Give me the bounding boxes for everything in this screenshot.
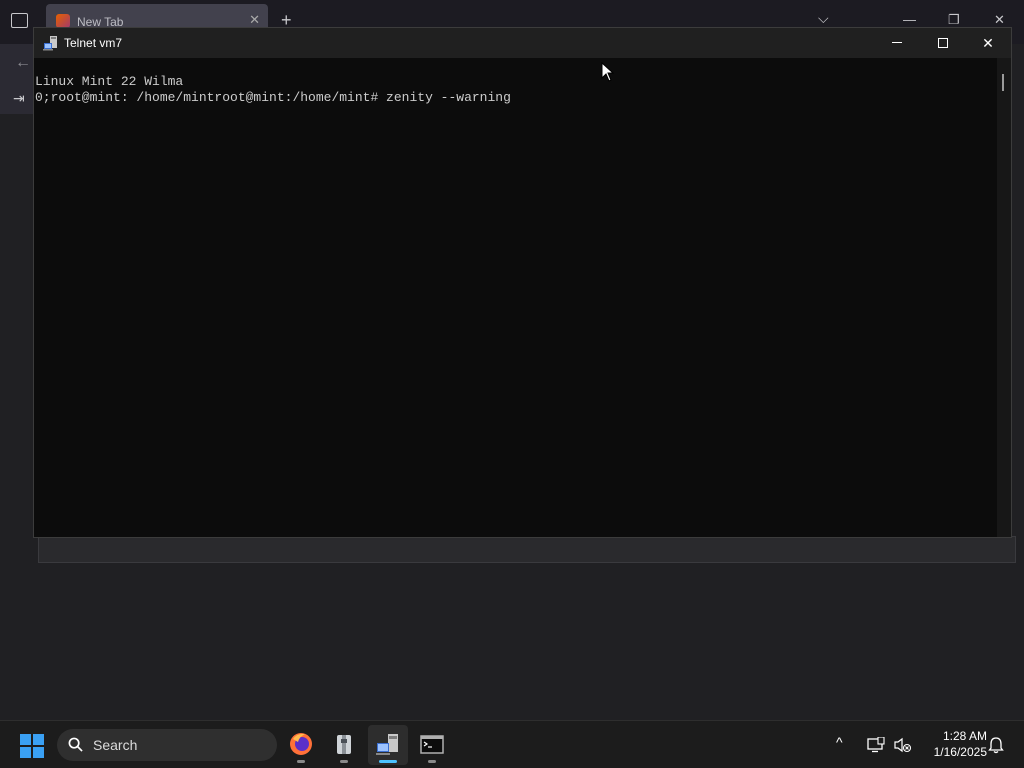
firefox-favicon-icon — [56, 14, 70, 28]
app-running-indicator — [297, 760, 305, 763]
taskbar-app-terminal[interactable] — [412, 725, 452, 765]
telnet-titlebar[interactable]: Telnet vm7 ✕ — [34, 28, 1011, 58]
app-active-indicator — [379, 760, 397, 763]
tab-close-icon[interactable]: ✕ — [249, 12, 260, 28]
taskbar-search[interactable]: Search — [57, 729, 277, 761]
window-shadow-frame — [38, 536, 1016, 563]
browser-restore-button[interactable]: ❐ — [948, 12, 960, 28]
collections-icon[interactable] — [11, 13, 28, 28]
sign-in-icon[interactable]: ⇥ — [13, 90, 25, 107]
browser-minimize-button[interactable]: — — [903, 12, 916, 27]
terminal-output[interactable]: Linux Mint 22 Wilma 0;root@mint: /home/m… — [34, 58, 997, 537]
app-running-indicator — [340, 760, 348, 763]
taskbar-app-telnet[interactable] — [368, 725, 408, 765]
back-arrow-icon[interactable]: ← — [15, 54, 31, 72]
telnet-icon — [376, 734, 398, 755]
volume-muted-icon[interactable] — [894, 737, 912, 753]
taskbar-app-firefox[interactable] — [281, 725, 321, 765]
telnet-window[interactable]: Telnet vm7 ✕ Linux Mint 22 Wilma 0;root@… — [33, 27, 1012, 538]
minimize-button[interactable] — [874, 28, 920, 58]
maximize-button[interactable] — [920, 28, 966, 58]
system-clock[interactable]: 1:28 AM 1/16/2025 — [915, 728, 987, 760]
notification-bell-icon[interactable] — [988, 736, 1004, 754]
terminal-line: 0;root@mint: /home/mintroot@mint:/home/m… — [35, 90, 511, 105]
terminal-icon — [420, 735, 444, 754]
telnet-app-icon — [43, 36, 57, 51]
taskbar: Search ^ 1:28 AM 1/16/2025 — [0, 720, 1024, 768]
terminal-line: Linux Mint 22 Wilma — [35, 74, 184, 89]
show-hidden-icons-chevron-icon[interactable]: ^ — [836, 734, 843, 750]
close-button[interactable]: ✕ — [965, 28, 1011, 58]
app-running-indicator — [428, 760, 436, 763]
start-button[interactable] — [20, 734, 44, 758]
window-title: Telnet vm7 — [64, 36, 123, 50]
firefox-icon — [290, 733, 312, 755]
search-label: Search — [93, 737, 138, 753]
archive-manager-icon — [337, 735, 351, 754]
clock-time: 1:28 AM — [942, 729, 987, 743]
vertical-scrollbar[interactable] — [997, 58, 1011, 537]
clock-date: 1/16/2025 — [933, 745, 987, 759]
network-icon[interactable] — [867, 737, 885, 753]
tab-list-chevron-icon[interactable]: ⌵ — [818, 10, 829, 27]
taskbar-app-archive[interactable] — [324, 725, 364, 765]
browser-close-button[interactable]: ✕ — [994, 12, 1005, 28]
mouse-cursor-icon — [601, 62, 615, 82]
scrollbar-thumb[interactable] — [1002, 74, 1004, 91]
search-icon — [68, 737, 83, 752]
